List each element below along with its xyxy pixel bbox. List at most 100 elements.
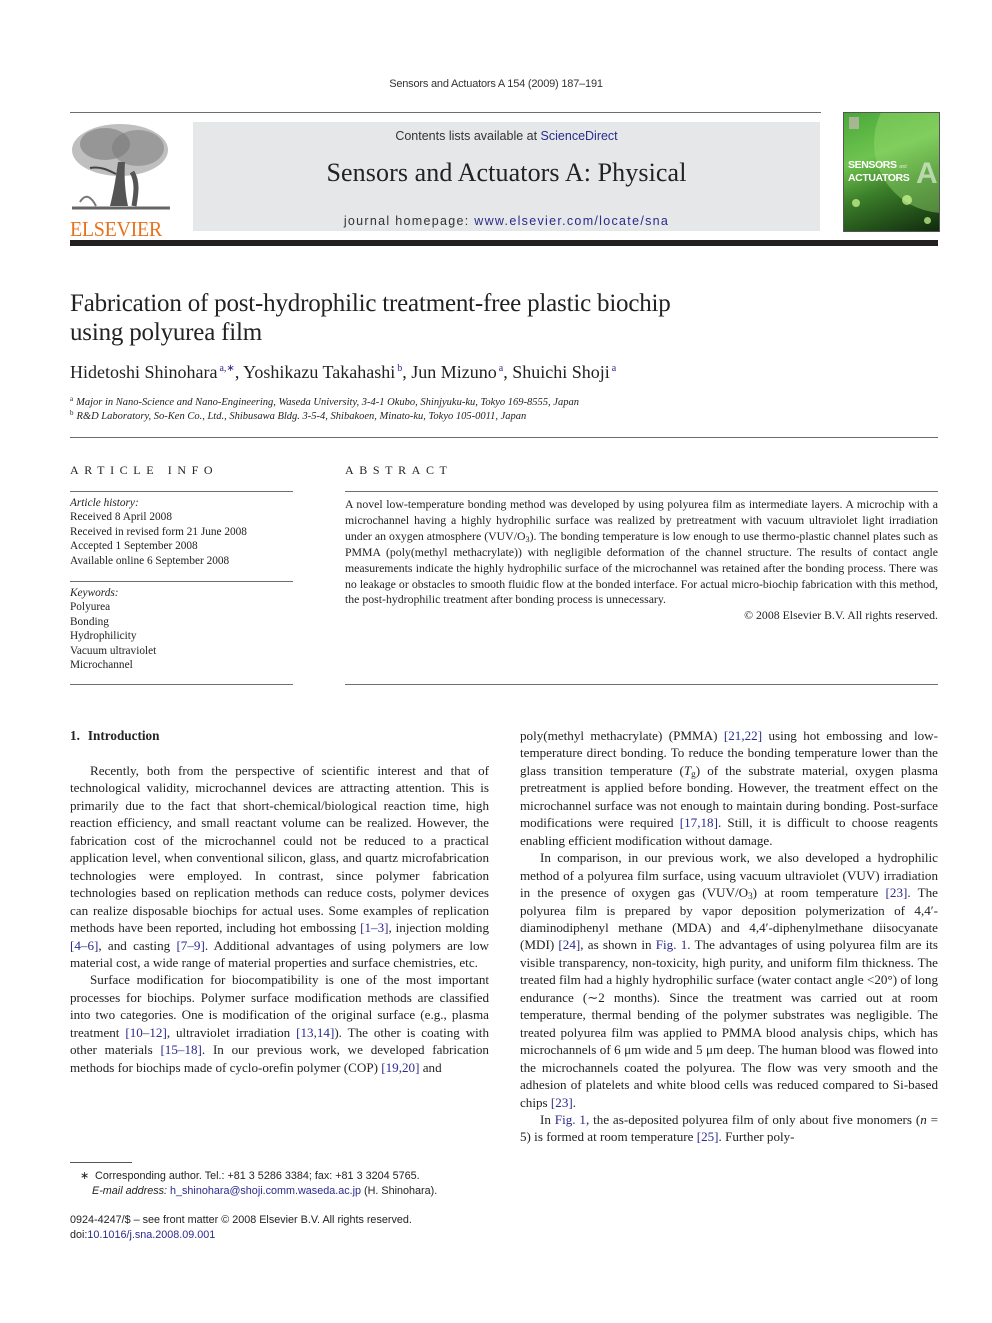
citation-link[interactable]: [15–18] (160, 1042, 201, 1057)
text: ) at room temperature (752, 885, 886, 901)
affiliation-text: Major in Nano-Science and Nano-Engineeri… (76, 397, 579, 408)
citation-link[interactable]: [21,22] (724, 728, 762, 743)
section-title: Introduction (87, 728, 160, 743)
email-label: E-mail address: (92, 1185, 171, 1197)
figure-link[interactable]: Fig. 1 (555, 1112, 586, 1127)
contents-prefix: Contents lists available at (395, 129, 541, 143)
paragraph: In Fig. 1, the as-deposited polyurea fil… (520, 1111, 938, 1146)
cover-publisher-mark-icon (849, 117, 859, 129)
article-info-heading: ARTICLE INFO (70, 463, 219, 477)
journal-title: Sensors and Actuators A: Physical (326, 158, 687, 187)
author-name: Hidetoshi Shinohara (70, 362, 218, 382)
author-affiliation-mark[interactable]: a (612, 363, 616, 374)
article-info-rule (70, 491, 293, 492)
header-rule (70, 112, 821, 113)
citation-link[interactable]: [10–12] (125, 1025, 166, 1040)
cover-title: SENSORS and ACTUATORS (848, 159, 910, 184)
cover-title-line2: ACTUATORS (848, 172, 910, 184)
cover-letter: A (916, 157, 938, 190)
text: . (572, 1094, 577, 1110)
homepage-prefix: journal homepage: (343, 214, 475, 228)
affiliation-a: a Major in Nano-Science and Nano-Engineer… (70, 395, 579, 408)
contents-line: Contents lists available at ScienceDirec… (193, 129, 820, 143)
text: , ultraviolet irradiation (166, 1024, 297, 1040)
footnote-star: ∗ (80, 1170, 90, 1182)
keywords-label: Keywords: (70, 587, 119, 599)
cover-glow (902, 195, 912, 205)
paragraph: poly(methyl methacrylate) (PMMA) [21,22]… (520, 727, 938, 849)
article-info-bottom-rule (70, 684, 293, 685)
citation-link[interactable]: [23] (886, 885, 908, 900)
text: , and casting (98, 937, 177, 953)
citation-link[interactable]: [17,18] (680, 815, 718, 830)
journal-cover[interactable]: A SENSORS and ACTUATORS (843, 112, 940, 232)
abstract-bottom-rule (345, 684, 938, 685)
cover-title-and: and (899, 164, 907, 170)
text: poly(methyl methacrylate) (PMMA) (520, 728, 724, 743)
paragraph: Recently, both from the perspective of s… (70, 762, 489, 971)
citation-link[interactable]: [13,14] (296, 1025, 334, 1040)
text: . Further poly- (718, 1129, 795, 1145)
history-item: Received 8 April 2008 (70, 511, 172, 524)
text: In (540, 1111, 555, 1127)
keyword: Polyurea (70, 601, 111, 614)
author-separator: , (402, 362, 412, 382)
citation-link[interactable]: [23] (551, 1095, 573, 1110)
keywords-rule (70, 581, 293, 582)
author-list: Hidetoshi Shinohara a,∗, Yoshikazu Takaha… (70, 362, 930, 383)
author-name: Shuichi Shoji (512, 362, 610, 382)
abstract-body: A novel low-temperature bonding method w… (345, 497, 938, 624)
body-column-left: Recently, both from the perspective of s… (70, 762, 489, 1076)
elsevier-logo[interactable]: ELSEVIER (70, 122, 172, 240)
citation-link[interactable]: [4–6] (70, 938, 98, 953)
keywords: Keywords: Polyurea Bonding Hydrophilicit… (70, 586, 293, 672)
elsevier-wordmark: ELSEVIER (70, 217, 162, 241)
cover-glow (852, 199, 860, 207)
running-head: Sensors and Actuators A 154 (2009) 187–1… (389, 78, 603, 90)
corresponding-text: Corresponding author. Tel.: +81 3 5286 3… (95, 1170, 420, 1182)
text: , as shown in (580, 937, 656, 953)
author[interactable]: Hidetoshi Shinohara a,∗ (70, 362, 235, 382)
text: Recently, both from the perspective of s… (70, 763, 489, 936)
citation-link[interactable]: [25] (697, 1129, 719, 1144)
text: . The advantages of using polyurea film … (520, 937, 939, 1110)
body-column-right: poly(methyl methacrylate) (PMMA) [21,22]… (520, 727, 938, 1146)
affiliation-b: b R&D Laboratory, So-Ken Co., Ltd., Shibu… (70, 409, 526, 422)
title-line2: using polyurea film (70, 319, 263, 346)
keyword: Hydrophilicity (70, 630, 137, 643)
citation-link[interactable]: [1–3] (360, 920, 388, 935)
email-suffix: (H. Shinohara). (361, 1185, 438, 1197)
affiliation-text: R&D Laboratory, So-Ken Co., Ltd., Shibus… (76, 411, 527, 422)
text: , the as-deposited polyurea film of only… (585, 1111, 921, 1127)
affiliation-mark: a (70, 395, 74, 403)
homepage-link[interactable]: www.elsevier.com/locate/sna (474, 214, 669, 228)
author[interactable]: Jun Mizuno a (411, 362, 503, 382)
paragraph: Surface modification for biocompatibilit… (70, 971, 489, 1076)
paper-title: Fabrication of post-hydrophilic treatmen… (70, 289, 790, 347)
corresponding-author-note: ∗ Corresponding author. Tel.: +81 3 5286 … (80, 1169, 437, 1199)
author-name: Yoshikazu Takahashi (243, 362, 396, 382)
keyword: Bonding (70, 615, 109, 628)
cover-title-line1: SENSORS (848, 159, 897, 171)
author-separator: , (503, 362, 513, 382)
footnote-rule (70, 1162, 132, 1163)
author[interactable]: Shuichi Shoji a (512, 362, 616, 382)
author-affiliation-mark[interactable]: a,∗ (219, 363, 234, 374)
citation-link[interactable]: [19,20] (381, 1060, 419, 1075)
history-item: Accepted 1 September 2008 (70, 540, 198, 553)
citation-link[interactable]: [7–9] (176, 938, 204, 953)
sciencedirect-link[interactable]: ScienceDirect (541, 129, 618, 143)
front-matter-note: 0924-4247/$ – see front matter © 2008 El… (70, 1213, 412, 1243)
author[interactable]: Yoshikazu Takahashi b (243, 362, 402, 382)
tree-icon (70, 122, 172, 212)
keyword: Microchannel (70, 659, 133, 672)
doi-link[interactable]: 10.1016/j.sna.2008.09.001 (87, 1229, 215, 1241)
history-item: Available online 6 September 2008 (70, 554, 230, 567)
section-heading: 1. Introduction (70, 728, 159, 744)
abstract-copyright: © 2008 Elsevier B.V. All rights reserved… (744, 608, 938, 623)
figure-link[interactable]: Fig. 1 (656, 937, 688, 952)
cover-glow (924, 217, 931, 224)
email-link[interactable]: h_shinohara@shoji.comm.waseda.ac.jp (170, 1185, 361, 1197)
citation-link[interactable]: [24] (558, 937, 580, 952)
section-number: 1. (70, 728, 80, 743)
